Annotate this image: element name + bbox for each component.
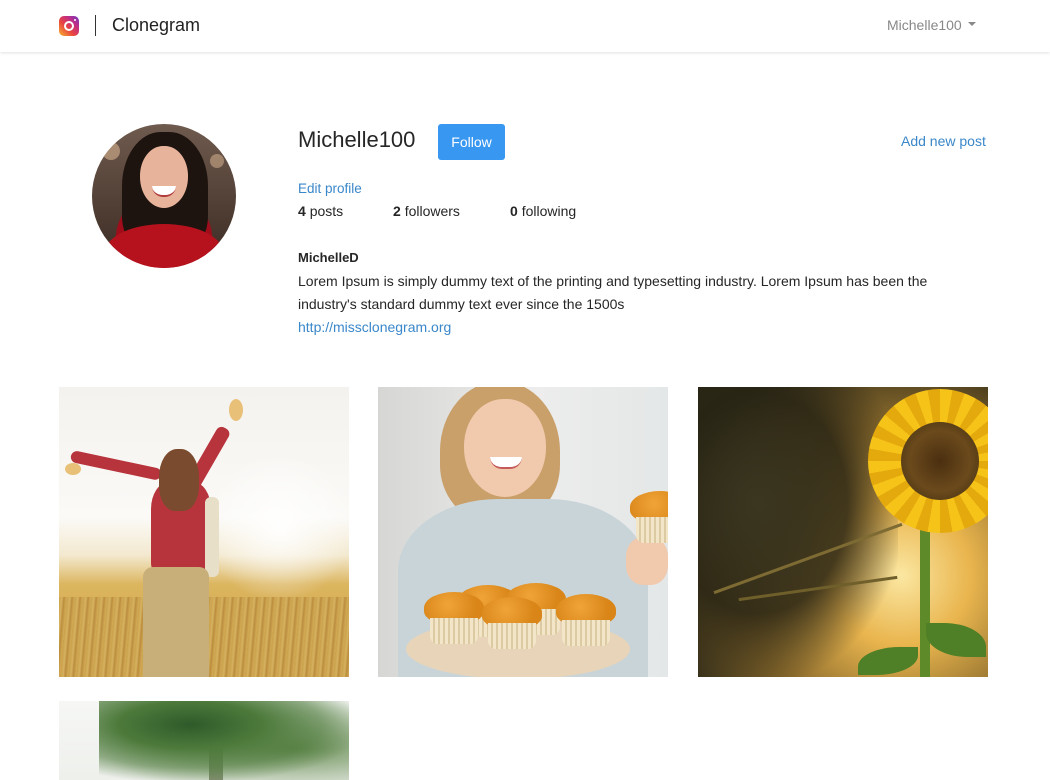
hand	[626, 537, 668, 585]
post-thumbnail-woman-in-field[interactable]	[59, 387, 349, 677]
user-menu-label: Michelle100	[887, 17, 962, 33]
pants	[143, 567, 209, 677]
edit-profile-link[interactable]: Edit profile	[298, 180, 362, 197]
avatar-bokeh	[210, 154, 224, 168]
follow-button[interactable]: Follow	[438, 124, 505, 160]
scarf	[205, 497, 219, 577]
muffin	[482, 597, 542, 649]
muffin	[556, 594, 616, 646]
brand-divider	[95, 15, 96, 36]
profile-display-name: MichelleD	[298, 250, 359, 265]
stat-following[interactable]: 0 following	[510, 203, 576, 220]
tree-silhouettes	[698, 387, 898, 677]
top-navbar: Clonegram Michelle100	[0, 0, 1050, 52]
post-thumbnail-girl-with-muffins[interactable]	[378, 387, 668, 677]
brand-name[interactable]: Clonegram	[112, 14, 200, 36]
avatar-face	[140, 146, 188, 208]
avatar-shirt	[104, 224, 224, 268]
following-label: following	[521, 203, 577, 219]
followers-count: 2	[393, 203, 401, 219]
posts-count: 4	[298, 203, 306, 219]
stat-posts: 4 posts	[298, 203, 343, 220]
camera-dot-shape	[74, 19, 76, 21]
muffin	[424, 592, 484, 644]
posts-label: posts	[309, 203, 344, 219]
post-thumbnail-sunflower[interactable]	[698, 387, 988, 677]
followers-label: followers	[404, 203, 460, 219]
profile-website-link[interactable]: http://missclonegram.org	[298, 319, 451, 336]
profile-username: Michelle100	[298, 127, 416, 152]
palm-leaves	[99, 701, 349, 780]
caret-down-icon	[967, 22, 976, 27]
instagram-logo-icon[interactable]	[59, 16, 79, 36]
stat-followers[interactable]: 2 followers	[393, 203, 460, 220]
sunflower-stem	[920, 527, 930, 677]
hair	[159, 449, 199, 511]
muffin	[630, 491, 668, 543]
user-menu-dropdown[interactable]: Michelle100	[887, 16, 976, 34]
hand	[65, 463, 81, 475]
face	[464, 399, 546, 497]
profile-bio: Lorem Ipsum is simply dummy text of the …	[298, 273, 928, 312]
sun-glow	[209, 447, 349, 607]
add-new-post-link[interactable]: Add new post	[901, 133, 986, 150]
post-thumbnail-greenery[interactable]	[59, 701, 349, 780]
profile-avatar	[92, 124, 236, 268]
avatar-bokeh	[102, 142, 120, 160]
hand	[229, 399, 243, 421]
following-count: 0	[510, 203, 518, 219]
camera-lens-shape	[64, 21, 74, 31]
sunflower-center	[901, 422, 979, 500]
